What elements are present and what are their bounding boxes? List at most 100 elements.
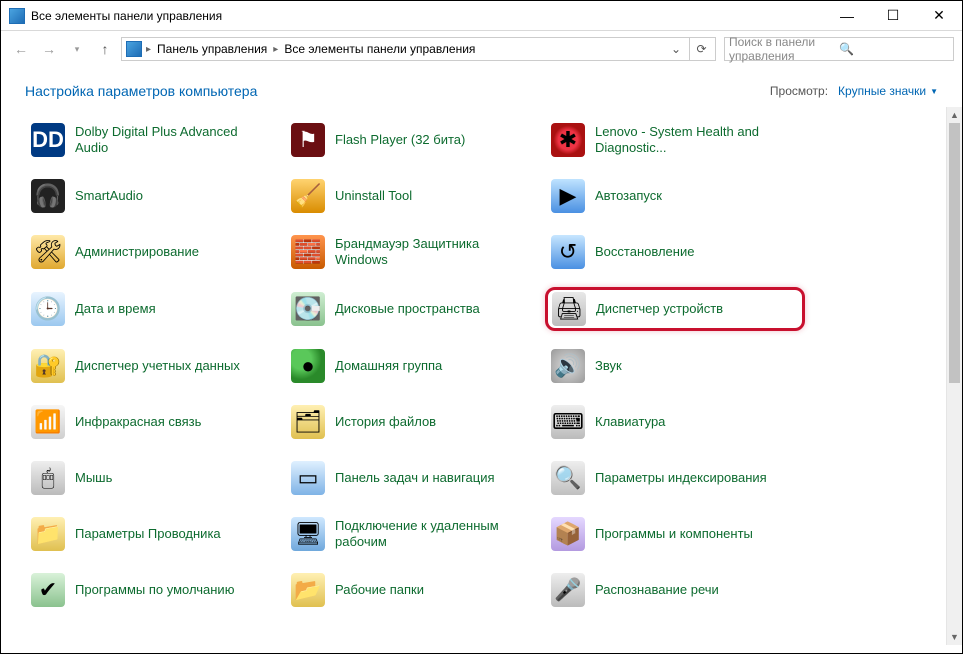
- ic-kbd-icon: ⌨: [551, 405, 585, 439]
- control-panel-item[interactable]: ✔Программы по умолчанию: [25, 569, 285, 611]
- item-label: Администрирование: [75, 244, 199, 260]
- recent-dropdown[interactable]: ▾: [65, 37, 89, 61]
- control-panel-item[interactable]: ● Домашняя группа: [285, 345, 545, 387]
- scroll-thumb[interactable]: [949, 123, 960, 383]
- up-button[interactable]: ↑: [93, 37, 117, 61]
- item-label: Брандмауэр Защитника Windows: [335, 236, 515, 269]
- page-header: Настройка параметров компьютера Просмотр…: [1, 67, 962, 107]
- ic-autorun-icon: ▶: [551, 179, 585, 213]
- item-label: Рабочие папки: [335, 582, 424, 598]
- control-panel-item[interactable]: ▶Автозапуск: [545, 175, 805, 217]
- item-label: Звук: [595, 358, 622, 374]
- ic-devmgr-icon: 🖨: [552, 292, 586, 326]
- item-label: Домашняя группа: [335, 358, 442, 374]
- item-label: SmartAudio: [75, 188, 143, 204]
- item-label: Lenovo - System Health and Diagnostic...: [595, 124, 775, 157]
- view-label: Просмотр:: [770, 84, 828, 98]
- scroll-up-button[interactable]: ▲: [947, 107, 962, 123]
- item-label: Диспетчер учетных данных: [75, 358, 240, 374]
- control-panel-item[interactable]: 📶Инфракрасная связь: [25, 401, 285, 443]
- ic-date-icon: 🕒: [31, 292, 65, 326]
- item-label: Программы и компоненты: [595, 526, 753, 542]
- view-value: Крупные значки: [838, 84, 926, 98]
- control-panel-item[interactable]: 📂 Рабочие папки: [285, 569, 545, 611]
- ic-dolby-icon: DD: [31, 123, 65, 157]
- app-icon: [9, 8, 25, 24]
- ic-smart-icon: 🎧: [31, 179, 65, 213]
- control-panel-item[interactable]: ⚑Flash Player (32 бита): [285, 119, 545, 161]
- control-panel-item[interactable]: 🔐 Диспетчер учетных данных: [25, 345, 285, 387]
- item-label: Дисковые пространства: [335, 301, 480, 317]
- ic-lenovo-icon: ✱: [551, 123, 585, 157]
- ic-rdp-icon: 🖥: [291, 517, 325, 551]
- refresh-button[interactable]: ⟳: [689, 37, 713, 61]
- ic-restore-icon: ↺: [551, 235, 585, 269]
- control-panel-item[interactable]: 🎧 SmartAudio: [25, 175, 285, 217]
- control-panel-item[interactable]: 🧹Uninstall Tool: [285, 175, 545, 217]
- search-placeholder: Поиск в панели управления: [729, 35, 839, 63]
- control-panel-item[interactable]: ↺ Восстановление: [545, 231, 805, 273]
- control-panel-item[interactable]: 🖨 Диспетчер устройств: [545, 287, 805, 331]
- item-label: Распознавание речи: [595, 582, 719, 598]
- forward-button[interactable]: →: [37, 37, 61, 61]
- view-selector[interactable]: Крупные значки ▼: [838, 84, 938, 98]
- control-panel-item[interactable]: 🧱 Брандмауэр Защитника Windows: [285, 231, 545, 273]
- control-panel-item[interactable]: 💽 Дисковые пространства: [285, 287, 545, 331]
- control-panel-item[interactable]: 🕒 Дата и время: [25, 287, 285, 331]
- control-panel-item[interactable]: 🎤Распознавание речи: [545, 569, 805, 611]
- page-title: Настройка параметров компьютера: [25, 83, 770, 99]
- control-panel-item[interactable]: 🛠 Администрирование: [25, 231, 285, 273]
- control-panel-item[interactable]: 🖥 Подключение к удаленным рабочим: [285, 513, 545, 555]
- item-label: Клавиатура: [595, 414, 665, 430]
- item-label: Диспетчер устройств: [596, 301, 723, 317]
- ic-explopt-icon: 📁: [31, 517, 65, 551]
- items-grid: DDDolby Digital Plus Advanced Audio⚑Flas…: [1, 107, 962, 611]
- control-panel-item[interactable]: 🔍Параметры индексирования: [545, 457, 805, 499]
- item-label: Параметры индексирования: [595, 470, 767, 486]
- item-label: Параметры Проводника: [75, 526, 221, 542]
- control-panel-item[interactable]: DDDolby Digital Plus Advanced Audio: [25, 119, 285, 161]
- control-panel-item[interactable]: 🗂История файлов: [285, 401, 545, 443]
- control-panel-item[interactable]: 🔊 Звук: [545, 345, 805, 387]
- item-label: Восстановление: [595, 244, 694, 260]
- item-label: История файлов: [335, 414, 436, 430]
- scroll-track[interactable]: [947, 123, 962, 629]
- ic-sound-icon: 🔊: [551, 349, 585, 383]
- control-panel-item[interactable]: 📁 Параметры Проводника: [25, 513, 285, 555]
- ic-fw-icon: 🧱: [291, 235, 325, 269]
- window-title: Все элементы панели управления: [31, 9, 824, 23]
- vertical-scrollbar[interactable]: ▲ ▼: [946, 107, 962, 645]
- item-label: Мышь: [75, 470, 112, 486]
- minimize-button[interactable]: —: [824, 1, 870, 30]
- search-input[interactable]: Поиск в панели управления 🔍: [724, 37, 954, 61]
- ic-admin-icon: 🛠: [31, 235, 65, 269]
- control-panel-item[interactable]: ⌨ Клавиатура: [545, 401, 805, 443]
- breadcrumb[interactable]: ▸ Панель управления ▸ Все элементы панел…: [121, 37, 716, 61]
- control-panel-item[interactable]: 🖱Мышь: [25, 457, 285, 499]
- back-button[interactable]: ←: [9, 37, 33, 61]
- control-panel-item[interactable]: 📦Программы и компоненты: [545, 513, 805, 555]
- ic-home-icon: ●: [291, 349, 325, 383]
- window-controls: — ☐ ✕: [824, 1, 962, 30]
- control-panel-item[interactable]: ✱ Lenovo - System Health and Diagnostic..…: [545, 119, 805, 161]
- item-label: Uninstall Tool: [335, 188, 412, 204]
- breadcrumb-current[interactable]: Все элементы панели управления: [280, 42, 479, 56]
- item-label: Дата и время: [75, 301, 156, 317]
- chevron-right-icon[interactable]: ▸: [146, 44, 151, 55]
- ic-workf-icon: 📂: [291, 573, 325, 607]
- ic-ir-icon: 📶: [31, 405, 65, 439]
- maximize-button[interactable]: ☐: [870, 1, 916, 30]
- breadcrumb-icon: [126, 41, 142, 57]
- content: DDDolby Digital Plus Advanced Audio⚑Flas…: [1, 107, 962, 645]
- ic-cred-icon: 🔐: [31, 349, 65, 383]
- control-panel-item[interactable]: ▭Панель задач и навигация: [285, 457, 545, 499]
- breadcrumb-root[interactable]: Панель управления: [153, 42, 271, 56]
- ic-disk-icon: 💽: [291, 292, 325, 326]
- item-label: Программы по умолчанию: [75, 582, 234, 598]
- close-button[interactable]: ✕: [916, 1, 962, 30]
- breadcrumb-root-label: Панель управления: [157, 42, 267, 56]
- scroll-down-button[interactable]: ▼: [947, 629, 962, 645]
- address-dropdown[interactable]: ⌄: [665, 42, 687, 56]
- chevron-right-icon[interactable]: ▸: [273, 44, 278, 55]
- item-label: Подключение к удаленным рабочим: [335, 518, 515, 551]
